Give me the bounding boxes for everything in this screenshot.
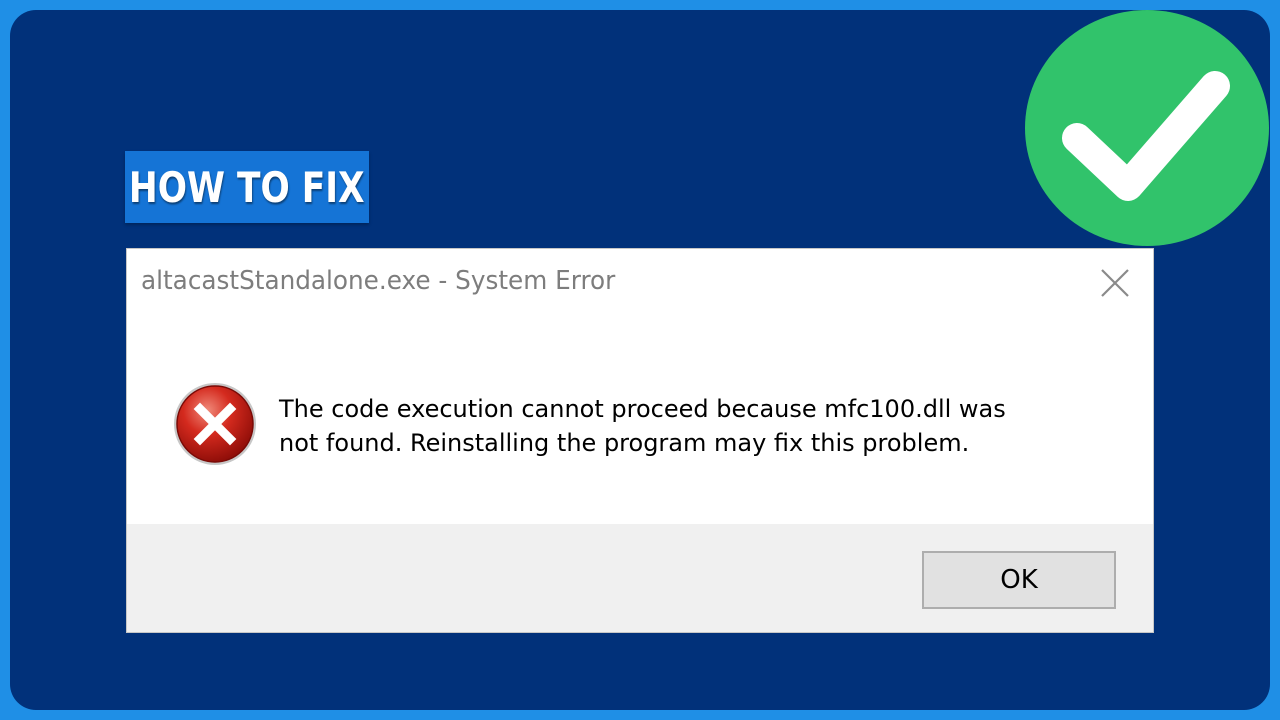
dialog-title: altacastStandalone.exe - System Error xyxy=(141,266,616,296)
check-circle-icon xyxy=(1025,10,1269,246)
ok-button[interactable]: OK xyxy=(922,551,1116,609)
dialog-footer: OK xyxy=(127,524,1153,632)
close-icon[interactable] xyxy=(1097,265,1133,301)
error-message-line-1: The code execution cannot proceed becaus… xyxy=(279,395,1006,423)
error-message: The code execution cannot proceed becaus… xyxy=(279,392,1119,460)
how-to-fix-badge: HOW TO FIX xyxy=(125,151,369,223)
badge-text: HOW TO FIX xyxy=(129,162,365,212)
error-message-line-2: not found. Reinstalling the program may … xyxy=(279,429,970,457)
thumbnail-frame: HOW TO FIX altacastStandalone.exe - Syst… xyxy=(0,0,1280,720)
error-icon xyxy=(174,383,256,465)
system-error-dialog: altacastStandalone.exe - System Error Th… xyxy=(126,248,1154,633)
